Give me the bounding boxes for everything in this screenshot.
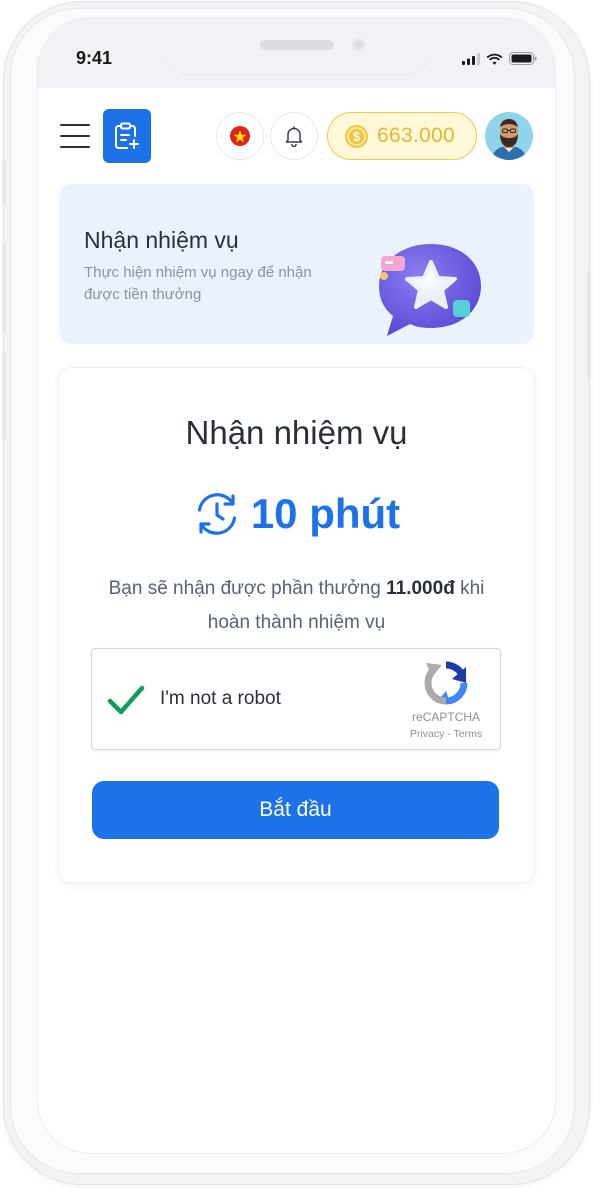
status-time: 9:41 bbox=[76, 48, 113, 68]
recaptcha-brand: reCAPTCHA bbox=[411, 710, 480, 724]
power-button bbox=[587, 270, 591, 380]
star-chat-bubble-icon bbox=[369, 236, 489, 344]
banner-subtitle: Thực hiện nhiệm vụ ngay để nhận được tiề… bbox=[84, 264, 312, 303]
volume-down-button bbox=[2, 352, 6, 440]
start-button[interactable]: Bắt đầu bbox=[92, 781, 499, 839]
task-title: Nhận nhiệm vụ bbox=[185, 414, 408, 451]
svg-text:$: $ bbox=[353, 129, 361, 144]
captcha-checkbox[interactable] bbox=[106, 683, 146, 722]
bell-icon bbox=[285, 126, 303, 147]
balance-amount: 663.000 bbox=[377, 124, 456, 147]
captcha-privacy-link[interactable]: Privacy bbox=[410, 728, 444, 740]
status-icons bbox=[462, 52, 537, 65]
coin-balance[interactable]: $ 663.000 bbox=[327, 112, 477, 160]
wifi-icon bbox=[486, 53, 503, 65]
banner-title: Nhận nhiệm vụ bbox=[84, 227, 239, 253]
task-banner: Nhận nhiệm vụ Thực hiện nhiệm vụ ngay để… bbox=[59, 184, 534, 344]
dollar-coin-icon: $ bbox=[345, 124, 368, 148]
reward-description: Bạn sẽ nhận được phần thưởng 11.000đ khi… bbox=[89, 572, 504, 640]
volume-up-button bbox=[2, 244, 6, 332]
captcha-links-separator: - bbox=[444, 728, 454, 740]
captcha-label: I'm not a robot bbox=[160, 688, 281, 709]
clipboard-add-icon[interactable] bbox=[103, 109, 151, 163]
clock-refresh-icon bbox=[197, 493, 236, 535]
recaptcha-logo-icon bbox=[422, 659, 470, 707]
task-card: Nhận nhiệm vụ 10 phút Bạn sẽ nhận được p… bbox=[59, 368, 534, 882]
captcha-terms-link[interactable]: Terms bbox=[454, 728, 483, 740]
speaker-grille bbox=[260, 40, 334, 50]
silent-switch bbox=[2, 160, 6, 206]
notification-button[interactable] bbox=[270, 112, 318, 160]
battery-icon bbox=[509, 52, 537, 65]
reward-prefix: Bạn sẽ nhận được phần thưởng bbox=[108, 578, 381, 599]
user-avatar-icon[interactable] bbox=[485, 112, 533, 160]
status-bar: 9:41 bbox=[38, 18, 555, 88]
front-camera bbox=[352, 38, 366, 52]
app-header: $ 663.000 bbox=[38, 108, 555, 164]
check-icon bbox=[107, 685, 145, 715]
reward-amount: 11.000đ bbox=[386, 578, 455, 599]
hamburger-menu-icon[interactable] bbox=[60, 124, 90, 148]
timer-row: 10 phút bbox=[59, 490, 534, 538]
phone-screen: 9:41 $ 663.000 Nhận nhiệm vụ Thực hiện n… bbox=[38, 18, 555, 1153]
recaptcha-widget: I'm not a robot reCAPTCHA Privacy - Term… bbox=[91, 648, 501, 750]
vietnam-flag-icon bbox=[230, 126, 250, 146]
captcha-links: Privacy - Terms bbox=[396, 728, 496, 740]
task-duration: 10 phút bbox=[250, 490, 401, 537]
signal-icon bbox=[462, 52, 480, 65]
language-button[interactable] bbox=[216, 112, 264, 160]
